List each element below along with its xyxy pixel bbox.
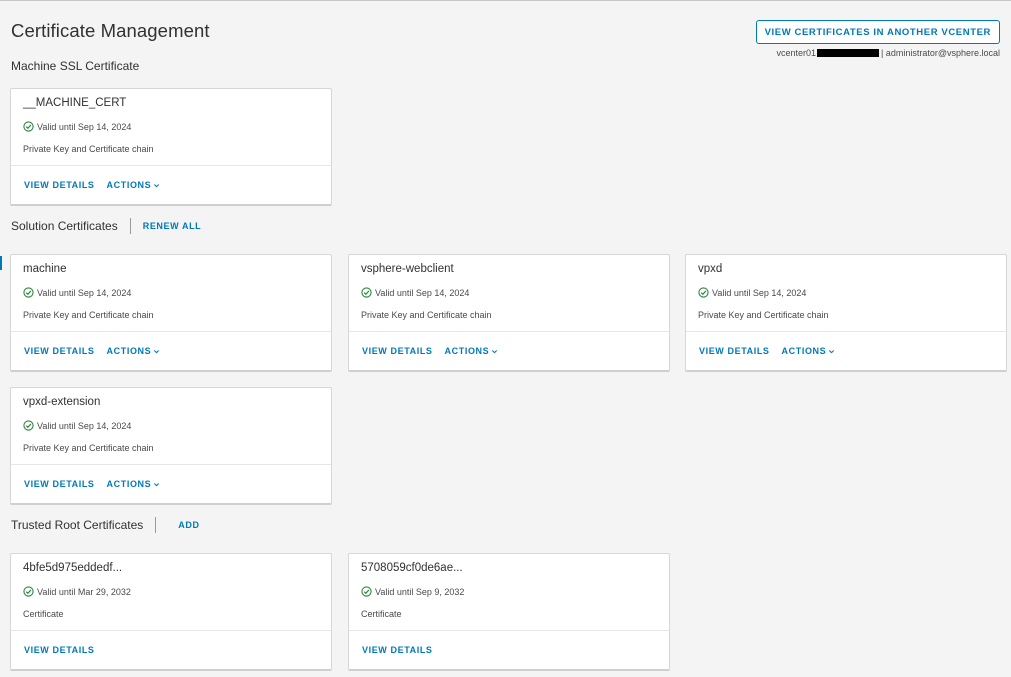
card-title: __MACHINE_CERT	[23, 97, 127, 109]
card-status-text: Valid until Sep 14, 2024	[37, 287, 132, 298]
left-edge-marker	[0, 256, 2, 270]
vcenter-info: vcenter01 | administrator@vsphere.local	[776, 48, 1000, 58]
actions-label: ACTIONS	[106, 346, 152, 356]
card-description: Private Key and Certificate chain	[23, 443, 154, 453]
actions-label: ACTIONS	[781, 346, 827, 356]
machine-ssl-heading: Machine SSL Certificate	[11, 59, 139, 73]
check-circle-icon	[23, 586, 34, 597]
trusted-root-heading: Trusted Root Certificates ADD	[11, 517, 200, 533]
card-status: Valid until Sep 14, 2024	[23, 420, 131, 431]
card-actions: VIEW DETAILS	[24, 645, 107, 655]
certificate-card-vpxd: vpxd Valid until Sep 14, 2024 Private Ke…	[685, 254, 1007, 372]
card-actions: VIEW DETAILS	[362, 645, 445, 655]
redacted-block	[816, 49, 879, 57]
heading-divider	[155, 517, 157, 533]
card-description: Certificate	[23, 609, 64, 619]
certificate-card-machine-cert: __MACHINE_CERT Valid until Sep 14, 2024 …	[10, 88, 332, 206]
actions-label: ACTIONS	[106, 479, 152, 489]
card-divider	[11, 165, 331, 166]
card-title: vpxd-extension	[23, 396, 101, 408]
card-description: Private Key and Certificate chain	[361, 310, 492, 320]
card-status-text: Valid until Sep 14, 2024	[37, 121, 132, 132]
card-description: Private Key and Certificate chain	[23, 144, 154, 154]
chevron-down-icon	[154, 482, 160, 486]
actions-dropdown[interactable]: ACTIONS	[445, 346, 499, 356]
chevron-down-icon	[154, 349, 160, 353]
view-another-vcenter-button[interactable]: VIEW CERTIFICATES IN ANOTHER VCENTER	[755, 20, 1000, 44]
card-description: Private Key and Certificate chain	[698, 310, 829, 320]
view-details-link[interactable]: VIEW DETAILS	[362, 346, 433, 356]
vcenter-host: vcenter01	[776, 48, 816, 58]
certificate-card-vsphere-webclient: vsphere-webclient Valid until Sep 14, 20…	[348, 254, 670, 372]
card-title: machine	[23, 263, 67, 275]
machine-ssl-title: Machine SSL Certificate	[11, 59, 140, 73]
chevron-down-icon	[154, 183, 160, 187]
card-divider	[349, 630, 669, 631]
chevron-down-icon	[492, 349, 498, 353]
actions-dropdown[interactable]: ACTIONS	[107, 180, 161, 190]
card-status: Valid until Sep 14, 2024	[698, 287, 806, 298]
card-status: Valid until Sep 9, 2032	[361, 586, 464, 597]
check-circle-icon	[361, 586, 372, 597]
heading-divider	[129, 218, 131, 234]
card-status-text: Valid until Sep 14, 2024	[37, 420, 132, 431]
view-details-link[interactable]: VIEW DETAILS	[24, 479, 95, 489]
card-divider	[11, 464, 331, 465]
solution-heading: Solution Certificates RENEW ALL	[11, 218, 201, 234]
card-description: Certificate	[361, 609, 402, 619]
card-title: vpxd	[698, 263, 723, 275]
card-status: Valid until Sep 14, 2024	[23, 121, 131, 132]
certificate-card-trusted-root-2: 5708059cf0de6ae... Valid until Sep 9, 20…	[348, 553, 670, 671]
card-description: Private Key and Certificate chain	[23, 310, 154, 320]
card-status-text: Valid until Mar 29, 2032	[37, 586, 131, 597]
actions-label: ACTIONS	[444, 346, 490, 356]
card-status-text: Valid until Sep 9, 2032	[375, 586, 465, 597]
card-divider	[11, 630, 331, 631]
add-button[interactable]: ADD	[178, 520, 199, 530]
view-details-link[interactable]: VIEW DETAILS	[24, 180, 95, 190]
card-divider	[349, 331, 669, 332]
vcenter-panel: VIEW CERTIFICATES IN ANOTHER VCENTER vce…	[755, 20, 1000, 58]
certificate-card-trusted-root-1: 4bfe5d975eddedf... Valid until Mar 29, 2…	[10, 553, 332, 671]
card-status-text: Valid until Sep 14, 2024	[375, 287, 470, 298]
card-status-text: Valid until Sep 14, 2024	[712, 287, 807, 298]
card-actions: VIEW DETAILS ACTIONS	[699, 346, 847, 356]
view-details-link[interactable]: VIEW DETAILS	[362, 645, 433, 655]
actions-dropdown[interactable]: ACTIONS	[107, 479, 161, 489]
check-circle-icon	[23, 287, 34, 298]
view-details-link[interactable]: VIEW DETAILS	[24, 645, 95, 655]
renew-all-button[interactable]: RENEW ALL	[143, 221, 202, 231]
card-title: vsphere-webclient	[361, 263, 454, 275]
card-status: Valid until Mar 29, 2032	[23, 586, 131, 597]
card-divider	[686, 331, 1006, 332]
solution-title: Solution Certificates	[11, 219, 118, 233]
view-details-link[interactable]: VIEW DETAILS	[24, 346, 95, 356]
certificate-card-vpxd-extension: vpxd-extension Valid until Sep 14, 2024 …	[10, 387, 332, 505]
chevron-down-icon	[829, 349, 835, 353]
check-circle-icon	[361, 287, 372, 298]
card-actions: VIEW DETAILS ACTIONS	[24, 479, 172, 489]
current-user: | administrator@vsphere.local	[880, 48, 1000, 58]
actions-dropdown[interactable]: ACTIONS	[782, 346, 836, 356]
card-actions: VIEW DETAILS ACTIONS	[24, 180, 172, 190]
check-circle-icon	[23, 420, 34, 431]
check-circle-icon	[698, 287, 709, 298]
card-title: 5708059cf0de6ae...	[361, 562, 463, 574]
actions-dropdown[interactable]: ACTIONS	[107, 346, 161, 356]
page-title: Certificate Management	[11, 20, 210, 41]
certificate-card-machine: machine Valid until Sep 14, 2024 Private…	[10, 254, 332, 372]
card-actions: VIEW DETAILS ACTIONS	[362, 346, 510, 356]
actions-label: ACTIONS	[106, 180, 152, 190]
card-status: Valid until Sep 14, 2024	[23, 287, 131, 298]
card-title: 4bfe5d975eddedf...	[23, 562, 123, 574]
card-status: Valid until Sep 14, 2024	[361, 287, 469, 298]
card-divider	[11, 331, 331, 332]
card-actions: VIEW DETAILS ACTIONS	[24, 346, 172, 356]
trusted-root-title: Trusted Root Certificates	[11, 518, 144, 532]
check-circle-icon	[23, 121, 34, 132]
view-details-link[interactable]: VIEW DETAILS	[699, 346, 770, 356]
